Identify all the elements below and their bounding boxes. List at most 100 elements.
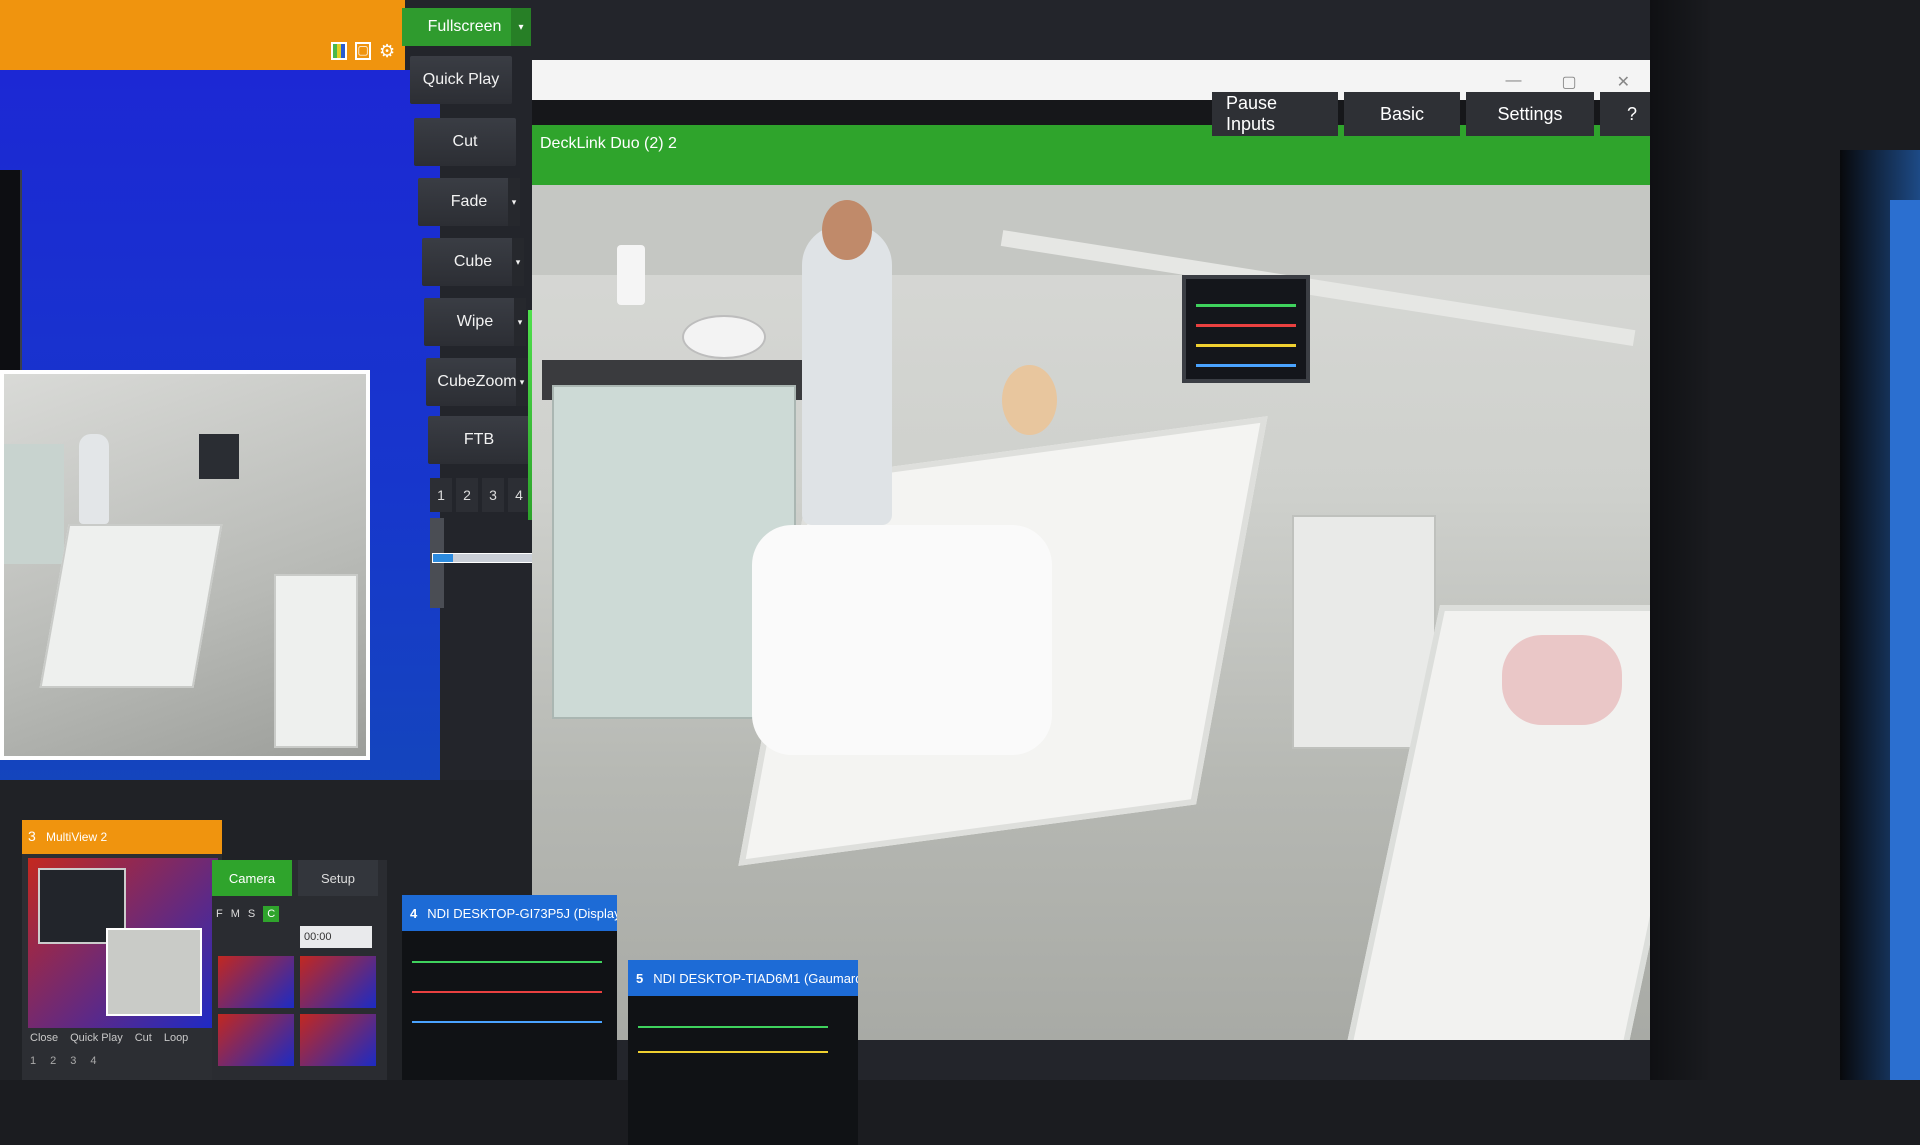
preview-thumbnail[interactable]	[0, 370, 370, 760]
camera-settings-panel: Camera Setup F M S C	[212, 860, 387, 1080]
s-button[interactable]: S	[248, 908, 255, 920]
maximize-icon[interactable]: ▢	[1561, 72, 1576, 92]
fullscreen-dropdown[interactable]: ▾	[511, 8, 531, 46]
fade-label: Fade	[450, 193, 488, 210]
input-5-header: 5 NDI DESKTOP-TIAD6M1 (Gaumard	[628, 960, 858, 996]
quick-play-label: Quick Play	[422, 71, 500, 88]
input-3-quick-play-button[interactable]: Quick Play	[70, 1032, 123, 1044]
monitor-screen: ▢ ⚙ Fullscreen ▾ Quick Play Cut Fade ▾ C…	[0, 0, 1710, 1145]
input-3-actions: Close Quick Play Cut Loop	[30, 1032, 188, 1044]
gear-icon[interactable]: ⚙	[379, 42, 395, 60]
preview-header: ▢ ⚙	[0, 0, 405, 70]
input-4-number: 4	[410, 905, 418, 921]
input-4-title: NDI DESKTOP-GI73P5J (Display1)	[427, 905, 617, 921]
c-button[interactable]: C	[263, 906, 280, 922]
time-input[interactable]	[300, 926, 372, 948]
input-3-overlay-2[interactable]: 2	[50, 1055, 56, 1067]
fade-button[interactable]: Fade ▾	[418, 178, 520, 226]
input-3-header: 3 MultiView 2	[22, 820, 222, 854]
overlay-2-button[interactable]: 2	[456, 478, 478, 512]
color-bars-icon[interactable]	[331, 42, 347, 60]
wipe-button[interactable]: Wipe ▾	[424, 298, 526, 346]
input-3-overlay-1[interactable]: 1	[30, 1055, 36, 1067]
t-bar-track[interactable]	[430, 518, 444, 608]
wipe-label: Wipe	[456, 313, 494, 330]
cube-button[interactable]: Cube ▾	[422, 238, 524, 286]
cube-label: Cube	[453, 253, 493, 270]
layer-tile[interactable]	[218, 956, 294, 1008]
waveform-line	[412, 1021, 602, 1023]
fms-controls: F M S C	[216, 906, 280, 922]
overlay-icon[interactable]: ▢	[355, 42, 371, 60]
overlay-number-row: 1 2 3 4	[430, 478, 530, 512]
t-bar-handle[interactable]	[432, 553, 536, 563]
basic-button[interactable]: Basic	[1344, 92, 1460, 136]
soap-dispenser	[617, 245, 645, 305]
input-3-thumbnail[interactable]	[28, 858, 218, 1028]
cubezoom-dropdown-icon[interactable]: ▾	[516, 358, 528, 406]
cubezoom-button[interactable]: CubeZoom ▾	[426, 358, 528, 406]
waveform-line	[412, 961, 602, 963]
pause-inputs-button[interactable]: Pause Inputs	[1212, 92, 1338, 136]
monitor-bezel	[1650, 0, 1710, 1080]
m-button[interactable]: M	[231, 908, 240, 920]
input-4-thumbnail[interactable]	[402, 931, 617, 1080]
input-5-thumbnail[interactable]	[628, 996, 858, 1145]
wipe-dropdown-icon[interactable]: ▾	[514, 298, 526, 346]
minimize-icon[interactable]: —	[1505, 72, 1521, 92]
input-3-overlay-numbers: 1 2 3 4	[30, 1055, 97, 1067]
sink-basin	[682, 315, 766, 359]
output-buttons: Pause Inputs Basic Settings ?	[1212, 92, 1664, 136]
layer-tile[interactable]	[300, 956, 376, 1008]
close-icon[interactable]: ✕	[1617, 72, 1630, 92]
pillow	[1502, 635, 1622, 725]
camera-tab[interactable]: Camera	[212, 860, 292, 896]
overlay-1-button[interactable]: 1	[430, 478, 452, 512]
input-3-close-button[interactable]: Close	[30, 1032, 58, 1044]
camera-feed-video	[532, 185, 1650, 1040]
thumb-bed-main	[39, 524, 223, 688]
ftb-label: FTB	[463, 431, 495, 448]
layer-tile[interactable]	[218, 1014, 294, 1066]
input-3-overlay-3[interactable]: 3	[70, 1055, 76, 1067]
settings-button[interactable]: Settings	[1466, 92, 1594, 136]
input-5-title: NDI DESKTOP-TIAD6M1 (Gaumard	[653, 970, 858, 986]
thumb-cabinet	[4, 444, 64, 564]
transitions-column: Fullscreen ▾ Quick Play Cut Fade ▾ Cube …	[402, 8, 542, 608]
input-4-panel[interactable]: 4 NDI DESKTOP-GI73P5J (Display1)	[402, 895, 617, 1080]
setup-tab[interactable]: Setup	[298, 860, 378, 896]
cut-button[interactable]: Cut	[414, 118, 516, 166]
input-3-loop-button[interactable]: Loop	[164, 1032, 188, 1044]
quick-play-button[interactable]: Quick Play	[410, 56, 512, 104]
output-window: — ▢ ✕ DeckLink Duo (2) 2 Pause Inputs Ba…	[532, 60, 1664, 1040]
waveform-line	[638, 1026, 828, 1028]
input-3-overlay-4[interactable]: 4	[90, 1055, 96, 1067]
overlay-4-button[interactable]: 4	[508, 478, 530, 512]
input-3-title: MultiView 2	[46, 830, 108, 844]
input-3-panel[interactable]: 3 MultiView 2 Close Quick Play Cut Loop …	[22, 820, 222, 1080]
patient-mannequin-head	[1002, 365, 1057, 435]
overlay-3-button[interactable]: 3	[482, 478, 504, 512]
medical-cart	[1292, 515, 1436, 749]
preview-left-strip	[0, 170, 22, 370]
thumb-bed-right	[274, 574, 358, 748]
multiview-pip-2	[106, 928, 202, 1016]
layer-tile[interactable]	[300, 1014, 376, 1066]
ftb-button[interactable]: FTB	[428, 416, 530, 464]
layer-tiles	[218, 956, 376, 1066]
preview-panel[interactable]	[0, 70, 440, 780]
window-controls: — ▢ ✕	[1505, 72, 1630, 92]
output-title: DeckLink Duo (2) 2	[540, 135, 677, 152]
cubezoom-label: CubeZoom	[437, 373, 517, 390]
nurse-figure	[802, 225, 892, 525]
second-monitor-screen-edge	[1890, 200, 1920, 1080]
f-button[interactable]: F	[216, 908, 223, 920]
cube-dropdown-icon[interactable]: ▾	[512, 238, 524, 286]
input-5-panel[interactable]: 5 NDI DESKTOP-TIAD6M1 (Gaumard	[628, 960, 858, 1145]
thumb-monitor	[199, 434, 239, 479]
input-3-cut-button[interactable]: Cut	[135, 1032, 152, 1044]
waveform-line	[638, 1051, 828, 1053]
cut-label: Cut	[452, 133, 478, 150]
fullscreen-button[interactable]: Fullscreen	[402, 8, 527, 46]
fade-dropdown-icon[interactable]: ▾	[508, 178, 520, 226]
